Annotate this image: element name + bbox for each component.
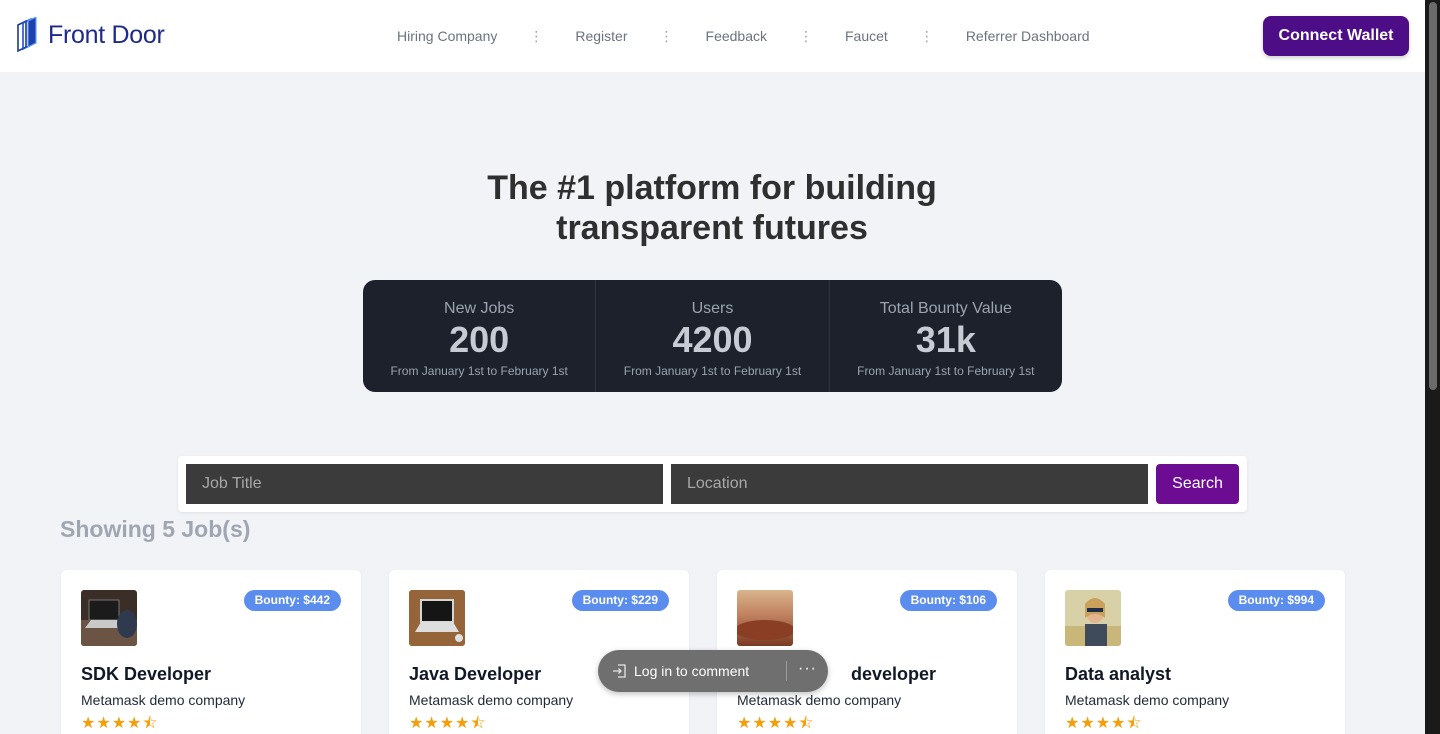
results-count: Showing 5 Job(s) [60, 516, 251, 542]
hero-title-line2: transparent futures [556, 209, 868, 247]
job-card[interactable]: Bounty: $442 SDK Developer Metamask demo… [61, 570, 361, 734]
hero-title-line1: The #1 platform for building [487, 169, 937, 207]
logo-text: Front Door [48, 20, 165, 49]
company-name: Metamask demo company [1065, 692, 1230, 708]
job-card[interactable]: Bounty: $994 Data analyst Metamask demo … [1045, 570, 1345, 734]
stat-users: Users 4200 From January 1st to February … [596, 280, 830, 392]
rating-stars-icon: ★★★★⯪ [409, 715, 487, 732]
nav-register[interactable]: Register [559, 28, 643, 44]
hero-title: The #1 platform for building transparent… [412, 168, 1012, 248]
company-name: Metamask demo company [737, 692, 902, 708]
stat-label: Users [691, 300, 734, 317]
nav-separator-icon: ⋮ [799, 28, 813, 44]
login-icon [613, 664, 626, 678]
bounty-badge: Bounty: $106 [899, 590, 997, 611]
bounty-badge: Bounty: $994 [1227, 590, 1325, 611]
job-title[interactable]: SDK Developer [81, 664, 211, 685]
company-name: Metamask demo company [409, 692, 574, 708]
stat-label: New Jobs [444, 300, 515, 317]
rating-stars-icon: ★★★★⯪ [737, 715, 815, 732]
comment-pill[interactable]: Log in to comment ··· [598, 650, 828, 692]
stat-label: Total Bounty Value [879, 300, 1012, 317]
login-to-comment-label[interactable]: Log in to comment [634, 663, 749, 679]
nav-hiring-company[interactable]: Hiring Company [381, 28, 513, 44]
nav-separator-icon: ⋮ [919, 28, 934, 44]
more-options-icon[interactable]: ··· [798, 660, 817, 678]
stat-description: From January 1st to February 1st [623, 364, 802, 378]
nav-feedback[interactable]: Feedback [690, 28, 783, 44]
company-name: Metamask demo company [81, 692, 246, 708]
job-title[interactable]: developer [851, 664, 936, 685]
top-navbar: Front Door Hiring Company ⋮ Register ⋮ F… [0, 0, 1425, 72]
nav-faucet[interactable]: Faucet [829, 28, 904, 44]
logo[interactable]: Front Door [16, 17, 165, 53]
job-thumbnail [1065, 590, 1121, 646]
scrollbar-thumb[interactable] [1429, 2, 1437, 390]
job-title[interactable]: Data analyst [1065, 664, 1171, 685]
job-thumbnail [737, 590, 793, 646]
connect-wallet-button[interactable]: Connect Wallet [1263, 16, 1409, 56]
nav-referrer-dashboard[interactable]: Referrer Dashboard [950, 28, 1106, 44]
rating-stars-icon: ★★★★⯪ [81, 715, 159, 732]
stat-description: From January 1st to February 1st [390, 364, 568, 378]
stats-panel: New Jobs 200 From January 1st to Februar… [363, 280, 1062, 392]
pill-divider [786, 661, 787, 681]
stat-total-bounty: Total Bounty Value 31k From January 1st … [830, 280, 1062, 392]
nav-separator-icon: ⋮ [659, 28, 674, 44]
bounty-badge: Bounty: $442 [243, 590, 341, 611]
job-search-bar: Search [178, 456, 1247, 512]
job-title-input[interactable] [186, 464, 663, 504]
main-nav: Hiring Company ⋮ Register ⋮ Feedback ⋮ F… [381, 0, 1106, 72]
job-thumbnail [409, 590, 465, 646]
nav-separator-icon: ⋮ [529, 28, 544, 44]
job-title[interactable]: Java Developer [409, 664, 541, 685]
front-door-logo-icon [17, 17, 37, 53]
rating-stars-icon: ★★★★⯪ [1065, 715, 1143, 732]
location-input[interactable] [671, 464, 1148, 504]
stat-value: 200 [449, 319, 510, 360]
bounty-badge: Bounty: $229 [571, 590, 669, 611]
stat-value: 4200 [672, 319, 753, 360]
stat-description: From January 1st to February 1st [857, 364, 1035, 378]
job-thumbnail [81, 590, 137, 646]
stat-new-jobs: New Jobs 200 From January 1st to Februar… [363, 280, 597, 392]
search-button[interactable]: Search [1156, 464, 1239, 504]
stat-value: 31k [915, 319, 976, 360]
